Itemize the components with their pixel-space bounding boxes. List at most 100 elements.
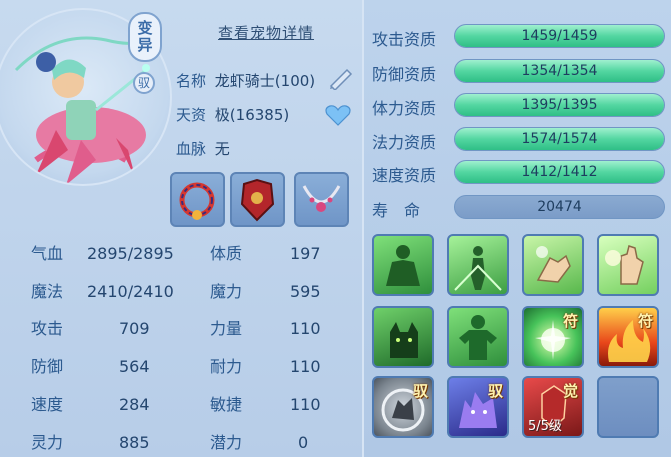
rename-pen-icon[interactable] bbox=[327, 66, 355, 94]
armor-icon bbox=[240, 178, 275, 222]
skill-slot-6[interactable] bbox=[447, 306, 509, 368]
stat-value: 0 bbox=[298, 433, 309, 452]
aptitude-defense: 防御资质 1354/1354 bbox=[372, 59, 667, 85]
pet-bloodline-value: 无 bbox=[214, 140, 230, 158]
equipment-slot-necklace[interactable] bbox=[294, 172, 349, 227]
skill-slot-3[interactable] bbox=[522, 234, 584, 296]
lifespan-label: 寿 命 bbox=[372, 201, 421, 220]
skill-slot-1[interactable] bbox=[372, 234, 434, 296]
stat-spirit: 灵力 885 bbox=[31, 432, 181, 454]
stat-label: 攻击 bbox=[31, 319, 64, 338]
stat-strength: 力量 110 bbox=[210, 318, 330, 340]
skill-slot-4[interactable] bbox=[597, 234, 659, 296]
stat-label: 气血 bbox=[31, 244, 64, 263]
aptitude-value: 1459/1459 bbox=[521, 28, 598, 44]
skill-slot-10[interactable]: 驭 bbox=[447, 376, 509, 438]
ride-tag: 驭 bbox=[412, 382, 428, 400]
stat-label: 敏捷 bbox=[210, 395, 243, 414]
skill-slot-11[interactable]: 觉 5/5级 bbox=[522, 376, 584, 438]
aptitude-value: 1574/1574 bbox=[521, 131, 598, 147]
muscle-skill-icon bbox=[459, 315, 497, 360]
pet-aptitude-label: 天资 bbox=[176, 106, 207, 124]
lifespan-row: 寿 命 20474 bbox=[372, 195, 667, 221]
stat-label: 潜力 bbox=[210, 433, 243, 452]
collar-icon bbox=[179, 182, 215, 220]
rune-tag: 符 bbox=[637, 312, 653, 330]
stat-endurance: 耐力 110 bbox=[210, 356, 330, 378]
pet-name-row: 名称 龙虾骑士(100) bbox=[176, 70, 315, 92]
aptitude-value: 1412/1412 bbox=[521, 164, 598, 180]
awaken-tag: 觉 bbox=[562, 382, 578, 400]
aptitude-label: 速度资质 bbox=[372, 166, 437, 185]
aptitude-bar: 1459/1459 bbox=[454, 24, 665, 48]
stat-value: 595 bbox=[290, 282, 321, 301]
skill-level: 5/5级 bbox=[528, 419, 562, 434]
skill-slot-5[interactable] bbox=[372, 306, 434, 368]
stat-speed: 速度 284 bbox=[31, 394, 181, 416]
mutation-badge-top: 变 bbox=[137, 19, 153, 37]
pet-bloodline-row: 血脉 无 bbox=[176, 138, 230, 160]
aptitude-value: 1395/1395 bbox=[521, 97, 598, 113]
stat-constitution: 体质 197 bbox=[210, 243, 330, 265]
aptitude-bar: 1412/1412 bbox=[454, 160, 665, 184]
stat-agility: 敏捷 110 bbox=[210, 394, 330, 416]
mutation-badge: 变 异 bbox=[128, 12, 162, 62]
stat-value: 110 bbox=[290, 395, 321, 414]
stat-attack: 攻击 709 bbox=[31, 318, 181, 340]
stat-label: 体质 bbox=[210, 244, 243, 263]
stat-label: 力量 bbox=[210, 319, 243, 338]
aptitude-magic: 法力资质 1574/1574 bbox=[372, 127, 667, 153]
stat-label: 魔法 bbox=[31, 282, 64, 301]
aptitude-value: 1354/1354 bbox=[521, 63, 598, 79]
aptitude-label: 法力资质 bbox=[372, 133, 437, 152]
empty-skill-slot[interactable] bbox=[597, 376, 659, 438]
stat-label: 速度 bbox=[31, 395, 64, 414]
aptitude-label: 防御资质 bbox=[372, 65, 437, 84]
pet-aptitude-value: 极(16385) bbox=[214, 106, 290, 124]
aptitude-bar: 1354/1354 bbox=[454, 59, 665, 83]
aptitude-speed: 速度资质 1412/1412 bbox=[372, 160, 667, 186]
equipment-slot-collar[interactable] bbox=[170, 172, 225, 227]
rune-tag: 符 bbox=[562, 312, 578, 330]
necklace-icon bbox=[302, 185, 341, 212]
equipment-slot-armor[interactable] bbox=[230, 172, 285, 227]
stat-value: 2895/2895 bbox=[87, 244, 174, 263]
stat-value: 2410/2410 bbox=[87, 282, 174, 301]
mutation-badge-bottom: 异 bbox=[137, 36, 153, 54]
stat-value: 564 bbox=[119, 357, 150, 376]
stat-label: 耐力 bbox=[210, 357, 243, 376]
aptitude-bar: 1574/1574 bbox=[454, 127, 665, 151]
skill-slot-2[interactable] bbox=[447, 234, 509, 296]
stat-value: 284 bbox=[119, 395, 150, 414]
pet-name-value: 龙虾骑士(100) bbox=[214, 72, 316, 90]
pet-bloodline-label: 血脉 bbox=[176, 140, 207, 158]
aptitude-bar: 1395/1395 bbox=[454, 93, 665, 117]
skill-slot-7[interactable]: 符 bbox=[522, 306, 584, 368]
stat-hp: 气血 2895/2895 bbox=[31, 243, 181, 265]
favorite-heart-icon[interactable] bbox=[325, 104, 351, 130]
skill-slot-9[interactable]: 驭 bbox=[372, 376, 434, 438]
stat-value: 885 bbox=[119, 433, 150, 452]
stat-value: 709 bbox=[119, 319, 150, 338]
ride-tag: 驭 bbox=[487, 382, 503, 400]
pet-name-label: 名称 bbox=[176, 72, 207, 90]
stat-label: 灵力 bbox=[31, 433, 64, 452]
stat-potential: 潜力 0 bbox=[210, 432, 330, 454]
strength-skill-icon bbox=[386, 245, 420, 286]
aptitude-label: 攻击资质 bbox=[372, 30, 437, 49]
stat-value: 110 bbox=[290, 319, 321, 338]
stat-defense: 防御 564 bbox=[31, 356, 181, 378]
ride-badge: 驭 bbox=[133, 72, 155, 94]
stat-value: 110 bbox=[290, 357, 321, 376]
stat-mp: 魔法 2410/2410 bbox=[31, 281, 181, 303]
lifespan-bar: 20474 bbox=[454, 195, 665, 219]
glow-hand-skill-icon bbox=[605, 245, 644, 285]
skill-slot-8[interactable]: 符 bbox=[597, 306, 659, 368]
cat-skill-icon bbox=[390, 322, 418, 358]
pet-aptitude-row: 天资 极(16385) bbox=[176, 104, 289, 126]
stat-value: 197 bbox=[290, 244, 321, 263]
view-pet-details-link[interactable]: 查看宠物详情 bbox=[218, 22, 314, 43]
stat-label: 魔力 bbox=[210, 282, 243, 301]
aptitude-stamina: 体力资质 1395/1395 bbox=[372, 93, 667, 119]
shadow-figure-skill-icon bbox=[454, 246, 502, 291]
